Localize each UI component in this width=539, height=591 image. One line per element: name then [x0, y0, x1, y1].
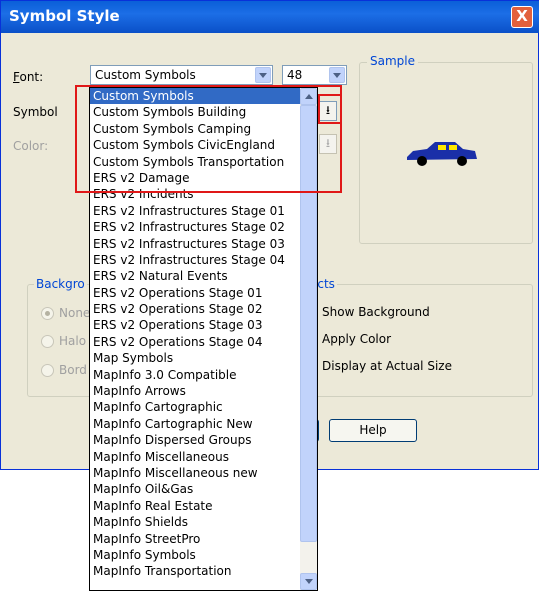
font-list-item[interactable]: MapInfo 3.0 Compatible: [90, 367, 317, 383]
radio-halo-label: Halo: [59, 334, 87, 348]
font-list-item[interactable]: ERS v2 Infrastructures Stage 04: [90, 252, 317, 268]
radio-none-label: None: [59, 306, 91, 320]
font-list-item[interactable]: ERS v2 Infrastructures Stage 02: [90, 219, 317, 235]
font-list-item[interactable]: Map Symbols: [90, 350, 317, 366]
chevron-down-icon[interactable]: [255, 67, 271, 83]
font-combo[interactable]: Custom Symbols: [90, 65, 273, 85]
font-list-item[interactable]: MapInfo Cartographic: [90, 399, 317, 415]
font-label-rest: ont:: [19, 70, 44, 84]
close-button[interactable]: X: [511, 6, 533, 28]
radio-halo[interactable]: [41, 335, 54, 348]
color-label: Color:: [13, 139, 49, 153]
chevron-down-icon[interactable]: [329, 67, 345, 83]
font-combo-value: Custom Symbols: [95, 68, 196, 82]
font-list-item[interactable]: ERS v2 Operations Stage 04: [90, 334, 317, 350]
font-list-item[interactable]: MapInfo Real Estate: [90, 498, 317, 514]
symbol-label: Symbol: [13, 105, 58, 119]
radio-border[interactable]: [41, 364, 54, 377]
scroll-down-button[interactable]: [300, 573, 317, 590]
font-list-item[interactable]: MapInfo Oil&Gas: [90, 481, 317, 497]
font-list-item[interactable]: ERS v2 Natural Events: [90, 268, 317, 284]
help-button[interactable]: Help: [329, 419, 417, 442]
font-list-item[interactable]: MapInfo Cartographic New: [90, 416, 317, 432]
font-list-item[interactable]: MapInfo Shields: [90, 514, 317, 530]
font-size-value: 48: [287, 68, 303, 82]
font-size-combo[interactable]: 48: [282, 65, 347, 85]
apply-color-option[interactable]: Apply Color: [322, 332, 391, 346]
font-list-item[interactable]: ERS v2 Infrastructures Stage 01: [90, 203, 317, 219]
font-label: Font:: [13, 70, 44, 84]
annotation-box-button: [318, 94, 342, 124]
title-bar[interactable]: Symbol Style X: [1, 1, 539, 33]
background-legend: Backgro: [36, 277, 85, 291]
window-title: Symbol Style: [9, 7, 120, 25]
font-list-item[interactable]: MapInfo Dispersed Groups: [90, 432, 317, 448]
radio-border-label: Bord: [59, 363, 87, 377]
car-icon: [407, 142, 477, 166]
show-background-option[interactable]: Show Background: [322, 305, 430, 319]
font-list-item[interactable]: ERS v2 Operations Stage 02: [90, 301, 317, 317]
display-actual-size-option[interactable]: Display at Actual Size: [322, 359, 452, 373]
font-list-item[interactable]: MapInfo Transportation: [90, 563, 317, 579]
font-list-item[interactable]: ERS v2 Operations Stage 01: [90, 285, 317, 301]
font-list-item[interactable]: MapInfo Symbols: [90, 547, 317, 563]
font-list-item[interactable]: MapInfo StreetPro: [90, 531, 317, 547]
font-list-item[interactable]: ERS v2 Operations Stage 03: [90, 317, 317, 333]
annotation-box: [75, 85, 342, 193]
font-list-item[interactable]: MapInfo Miscellaneous new: [90, 465, 317, 481]
radio-none[interactable]: [41, 307, 54, 320]
font-list-item[interactable]: MapInfo Arrows: [90, 383, 317, 399]
font-list-item[interactable]: MapInfo Miscellaneous: [90, 449, 317, 465]
sample-label: Sample: [367, 54, 418, 68]
font-list-item[interactable]: ERS v2 Infrastructures Stage 03: [90, 236, 317, 252]
